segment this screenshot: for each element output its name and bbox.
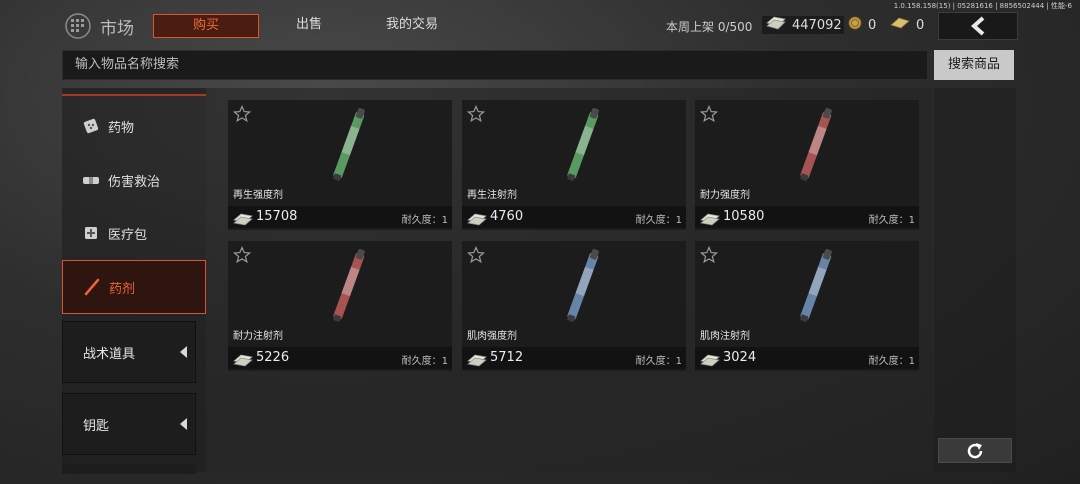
product-name: 再生注射剂 bbox=[467, 190, 517, 201]
sidebar-item-label: 医疗包 bbox=[108, 227, 148, 243]
medkit-icon bbox=[82, 224, 100, 242]
cash-icon bbox=[467, 211, 487, 230]
product-price: 4760 bbox=[490, 209, 524, 224]
product-syringe-image bbox=[333, 107, 365, 181]
sidebar-group-tactical[interactable]: 战术道具 bbox=[62, 321, 196, 383]
sidebar-item-potions[interactable]: 药剂 bbox=[62, 260, 206, 314]
product-price: 15708 bbox=[256, 209, 298, 224]
product-durability: 耐久度：1 bbox=[868, 356, 915, 367]
refresh-button[interactable] bbox=[938, 438, 1012, 463]
product-card-muscle-enhancer[interactable]: 肌肉强度剂 5712 耐久度：1 bbox=[462, 241, 686, 371]
coin-balance: 0 bbox=[848, 16, 876, 34]
product-name: 耐力强度剂 bbox=[700, 190, 750, 201]
coin-amount: 0 bbox=[868, 17, 877, 33]
product-price: 3024 bbox=[723, 350, 757, 365]
product-price: 10580 bbox=[723, 209, 765, 224]
product-durability: 耐久度：1 bbox=[868, 215, 915, 226]
coin-icon bbox=[848, 16, 862, 34]
market-logo-icon bbox=[64, 12, 92, 40]
product-name: 耐力注射剂 bbox=[233, 331, 283, 342]
product-durability: 耐久度：1 bbox=[635, 356, 682, 367]
sidebar-group-keys[interactable]: 钥匙 bbox=[62, 393, 196, 455]
product-syringe-image bbox=[333, 248, 365, 322]
product-name: 肌肉注射剂 bbox=[700, 331, 750, 342]
sidebar-item-label: 药剂 bbox=[109, 281, 136, 297]
page-title: 市场 bbox=[100, 19, 134, 39]
chevron-left-icon bbox=[970, 16, 985, 36]
product-syringe-image bbox=[567, 107, 599, 181]
cash-icon bbox=[233, 352, 253, 371]
tab-my-trades[interactable]: 我的交易 bbox=[380, 14, 444, 36]
sidebar-item-label: 药物 bbox=[108, 120, 135, 136]
cash-icon bbox=[700, 352, 720, 371]
sidebar-group-label: 战术道具 bbox=[83, 346, 136, 362]
product-durability: 耐久度：1 bbox=[401, 356, 448, 367]
bond-balance: 0 bbox=[890, 16, 924, 34]
product-price: 5712 bbox=[490, 350, 524, 365]
sidebar-item-label: 伤害救治 bbox=[108, 174, 161, 190]
product-card-stamina-enhancer[interactable]: 耐力强度剂 10580 耐久度：1 bbox=[695, 100, 919, 230]
product-syringe-image bbox=[800, 248, 832, 322]
tab-buy[interactable]: 购买 bbox=[153, 14, 259, 38]
tab-sell[interactable]: 出售 bbox=[284, 14, 334, 36]
cash-icon bbox=[467, 352, 487, 371]
cash-icon bbox=[700, 211, 720, 230]
product-syringe-image bbox=[567, 248, 599, 322]
sidebar-item-medkit[interactable]: 医疗包 bbox=[62, 207, 206, 259]
weekly-listing-count: 本周上架 0/500 bbox=[666, 20, 753, 34]
product-card-muscle-injector[interactable]: 肌肉注射剂 3024 耐久度：1 bbox=[695, 241, 919, 371]
refresh-icon bbox=[967, 442, 983, 458]
bond-amount: 0 bbox=[916, 17, 925, 33]
cash-balance: 447092 bbox=[762, 16, 844, 34]
sidebar-item-injury-treatment[interactable]: 伤害救治 bbox=[62, 154, 206, 206]
product-card-regen-injector[interactable]: 再生注射剂 4760 耐久度：1 bbox=[462, 100, 686, 230]
back-button[interactable] bbox=[938, 12, 1018, 40]
version-label: 1.0.158.158(15) | 05281616 | 8856502444 … bbox=[893, 2, 1072, 10]
cash-icon bbox=[233, 211, 253, 230]
product-name: 再生强度剂 bbox=[233, 190, 283, 201]
product-card-stamina-injector[interactable]: 耐力注射剂 5226 耐久度：1 bbox=[228, 241, 452, 371]
search-button[interactable]: 搜索商品 bbox=[934, 50, 1014, 80]
bandage-icon bbox=[82, 171, 100, 189]
product-syringe-image bbox=[800, 107, 832, 181]
sidebar-item-medicine[interactable]: 药物 bbox=[62, 100, 206, 152]
syringe-icon bbox=[83, 278, 101, 296]
product-durability: 耐久度：1 bbox=[401, 215, 448, 226]
chevron-left-icon bbox=[180, 418, 187, 430]
pills-icon bbox=[82, 117, 100, 135]
sidebar-group-label: 钥匙 bbox=[83, 418, 110, 434]
right-panel bbox=[934, 88, 1016, 472]
sidebar-top-tab[interactable] bbox=[62, 88, 206, 96]
chevron-left-icon bbox=[180, 346, 187, 358]
bond-icon bbox=[890, 16, 910, 34]
product-price: 5226 bbox=[256, 350, 290, 365]
sidebar-group-more[interactable] bbox=[62, 464, 196, 474]
product-durability: 耐久度：1 bbox=[635, 215, 682, 226]
search-input[interactable]: 输入物品名称搜索 bbox=[62, 50, 928, 80]
cash-amount: 447092 bbox=[792, 17, 842, 33]
cash-icon bbox=[766, 16, 786, 34]
product-card-regen-enhancer[interactable]: 再生强度剂 15708 耐久度：1 bbox=[228, 100, 452, 230]
product-name: 肌肉强度剂 bbox=[467, 331, 517, 342]
